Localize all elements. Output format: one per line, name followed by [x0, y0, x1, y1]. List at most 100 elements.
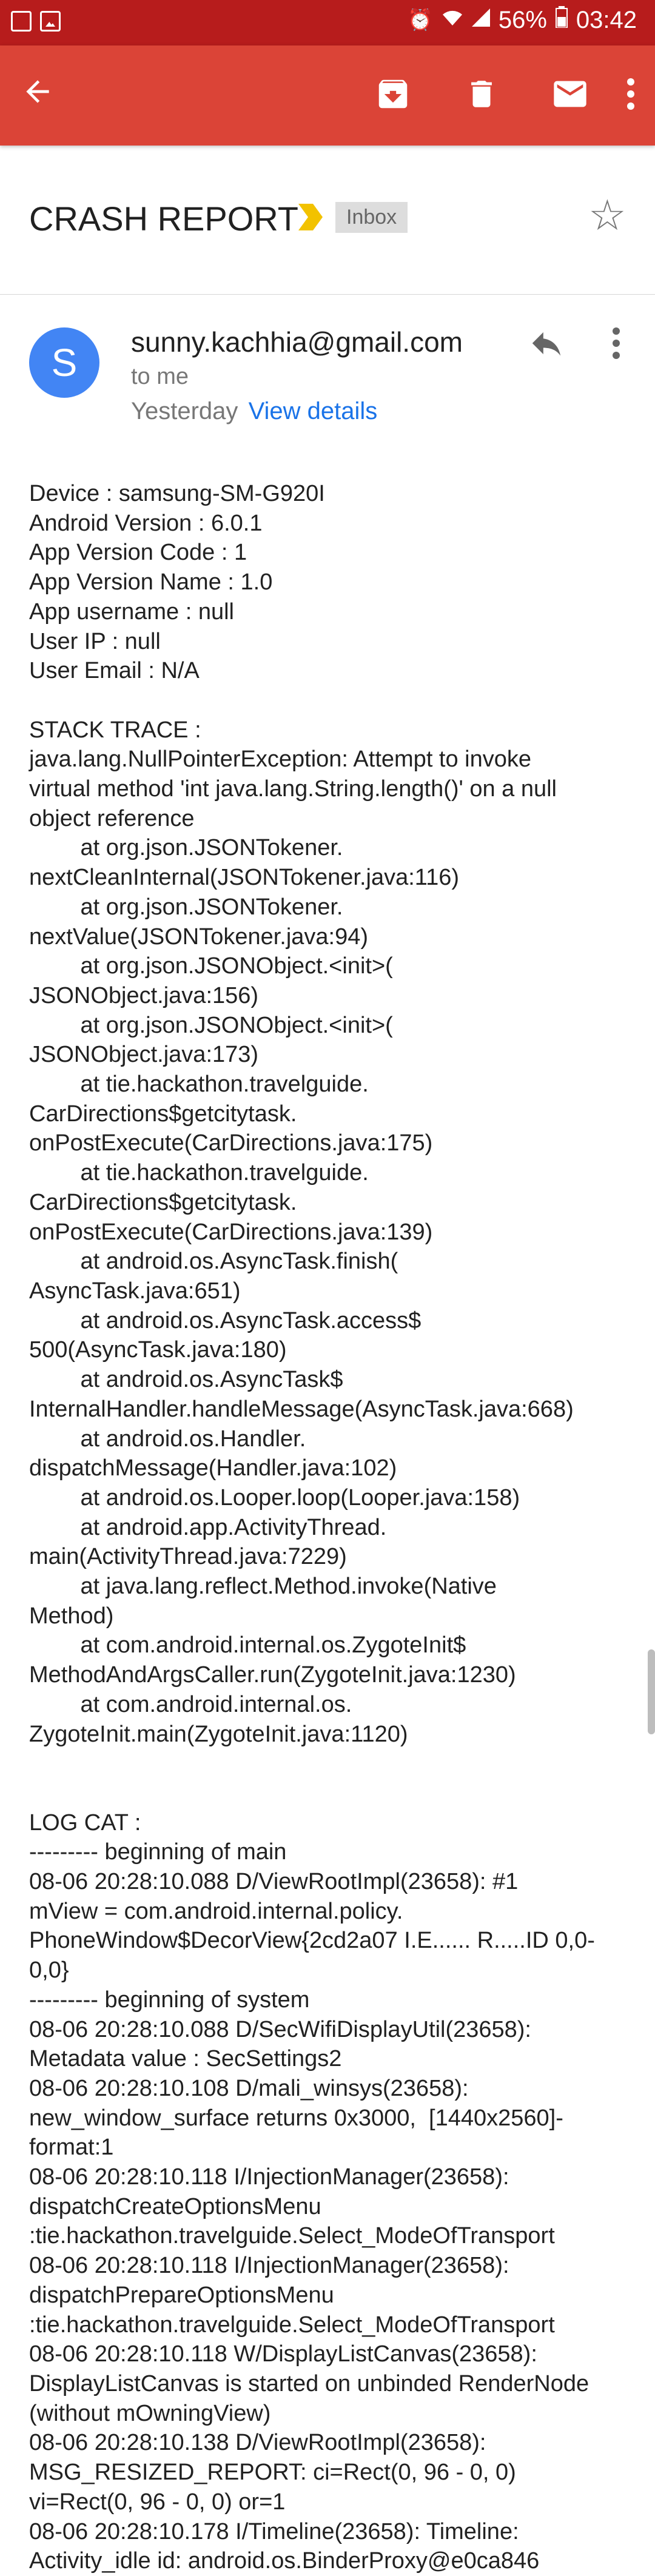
body-line: User IP : null	[29, 628, 161, 654]
body-line: Activity_idle id: android.os.BinderProxy…	[29, 2548, 540, 2574]
body-line	[29, 1779, 636, 1808]
body-line: JSONObject.java:156)	[29, 982, 259, 1008]
body-line: ZygoteInit.main(ZygoteInit.java:1120)	[29, 1721, 408, 1747]
body-line: at android.os.AsyncTask$	[29, 1367, 343, 1393]
body-line: Android Version : 6.0.1	[29, 510, 263, 536]
status-bar: ⏰ 56% 03:42	[0, 0, 655, 45]
notification-icon	[11, 11, 32, 32]
body-line: PhoneWindow$DecorView{2cd2a07 I.E...... …	[29, 1928, 595, 1954]
archive-icon[interactable]	[369, 70, 417, 118]
back-arrow-icon[interactable]	[21, 75, 55, 115]
body-line: App Version Code : 1	[29, 540, 247, 566]
body-line: 08-06 20:28:10.178 I/Timeline(23658): Ti…	[29, 2518, 519, 2544]
body-line: Device : samsung-SM-G920I	[29, 481, 325, 506]
body-line: JSONObject.java:173)	[29, 1042, 259, 1068]
delete-icon[interactable]	[457, 70, 506, 118]
body-line: 08-06 20:28:10.088 D/SecWifiDisplayUtil(…	[29, 2016, 531, 2042]
date-row: Yesterday View details	[131, 398, 377, 425]
body-line: format:1	[29, 2135, 114, 2161]
body-line: at org.json.JSONTokener.	[29, 894, 343, 920]
body-line: 0,0}	[29, 1957, 69, 1984]
body-line: at org.json.JSONObject.<init>(	[29, 953, 393, 979]
body-line: :tie.hackathon.travelguide.Select_ModeOf…	[29, 2312, 555, 2338]
body-line: vi=Rect(0, 96 - 0, 0) or=1	[29, 2489, 286, 2515]
more-vert-icon[interactable]	[619, 70, 643, 118]
body-line: at org.json.JSONTokener.	[29, 835, 343, 861]
body-line: at android.os.Handler.	[29, 1426, 306, 1452]
body-line: mView = com.android.internal.policy.	[29, 1898, 403, 1924]
body-line: DisplayListCanvas is started on unbinded…	[29, 2371, 590, 2397]
body-line: 08-06 20:28:10.138 D/ViewRootImpl(23658)…	[29, 2430, 486, 2456]
sender-email: sunny.kachhia@gmail.com	[131, 326, 463, 358]
notification-icons	[11, 11, 61, 32]
body-line: User Email : N/A	[29, 658, 200, 684]
body-line: Method)	[29, 1603, 114, 1629]
recipient-text: to me	[131, 364, 189, 389]
body-line: nextValue(JSONTokener.java:94)	[29, 924, 369, 950]
body-line: 08-06 20:28:10.088 D/ViewRootImpl(23658)…	[29, 1869, 519, 1895]
body-line: virtual method 'int java.lang.String.len…	[29, 776, 557, 802]
body-line	[29, 1749, 636, 1779]
body-line: 08-06 20:28:10.118 W/DisplayListCanvas(2…	[29, 2341, 537, 2367]
body-line	[29, 686, 636, 716]
importance-marker-icon[interactable]	[298, 204, 323, 230]
body-line: at java.lang.reflect.Method.invoke(Nativ…	[29, 1574, 497, 1600]
body-line: STACK TRACE :	[29, 717, 201, 743]
body-line: dispatchPrepareOptionsMenu	[29, 2282, 334, 2308]
body-line: onPostExecute(CarDirections.java:139)	[29, 1219, 433, 1245]
alarm-icon: ⏰	[407, 8, 433, 32]
body-line: (without mOwningView)	[29, 2400, 271, 2426]
body-line: at tie.hackathon.travelguide.	[29, 1072, 369, 1098]
body-line: InternalHandler.handleMessage(AsyncTask.…	[29, 1396, 574, 1422]
battery-percent: 56%	[498, 6, 547, 33]
body-line: at android.app.ActivityThread.	[29, 1514, 387, 1540]
body-line: at android.os.Looper.loop(Looper.java:15…	[29, 1484, 520, 1511]
body-line: CarDirections$getcitytask.	[29, 1101, 297, 1127]
message-more-icon[interactable]	[613, 327, 620, 359]
body-line: at android.os.AsyncTask.access$	[29, 1307, 422, 1333]
body-line: onPostExecute(CarDirections.java:175)	[29, 1130, 433, 1156]
body-line: AsyncTask.java:651)	[29, 1278, 241, 1304]
body-line: MethodAndArgsCaller.run(ZygoteInit.java:…	[29, 1662, 516, 1688]
body-line: Metadata value : SecSettings2	[29, 2046, 342, 2072]
body-line: 08-06 20:28:10.108 D/mali_winsys(23658):	[29, 2075, 469, 2101]
body-line: 500(AsyncTask.java:180)	[29, 1337, 287, 1363]
body-line: dispatchCreateOptionsMenu	[29, 2193, 321, 2219]
scrollbar-thumb[interactable]	[648, 1649, 655, 1734]
signal-icon	[471, 8, 490, 32]
body-line: --------- beginning of system	[29, 1987, 310, 2013]
view-details-link[interactable]: View details	[249, 398, 378, 424]
email-date: Yesterday	[131, 398, 238, 424]
avatar[interactable]: S	[29, 327, 99, 398]
body-line: nextCleanInternal(JSONTokener.java:116)	[29, 865, 460, 891]
body-line: object reference	[29, 805, 195, 831]
body-line: LOG CAT :	[29, 1810, 141, 1836]
reply-icon[interactable]	[528, 324, 565, 369]
body-line: App username : null	[29, 599, 234, 625]
body-line: new_window_surface returns 0x3000, [1440…	[29, 2105, 563, 2131]
mail-icon[interactable]	[546, 70, 594, 118]
status-indicators: ⏰ 56% 03:42	[407, 6, 637, 34]
body-line: :tie.hackathon.travelguide.Select_ModeOf…	[29, 2223, 555, 2249]
battery-icon	[555, 6, 568, 34]
body-line: at android.os.AsyncTask.finish(	[29, 1249, 398, 1275]
body-line: 08-06 20:28:10.118 I/InjectionManager(23…	[29, 2164, 509, 2190]
body-line: main(ActivityThread.java:7229)	[29, 1544, 347, 1570]
body-line: at com.android.internal.os.ZygoteInit$	[29, 1632, 466, 1659]
inbox-label[interactable]: Inbox	[335, 202, 408, 233]
subject-row: CRASH REPORT Inbox ☆	[0, 146, 655, 295]
wifi-icon	[442, 8, 463, 32]
body-line: at com.android.internal.os.	[29, 1691, 352, 1717]
body-line: dispatchMessage(Handler.java:102)	[29, 1455, 397, 1481]
image-notification-icon	[40, 11, 61, 32]
star-icon[interactable]: ☆	[588, 194, 626, 236]
body-line: App Version Name : 1.0	[29, 569, 273, 595]
body-line: --------- beginning of main	[29, 1839, 287, 1865]
body-line: at tie.hackathon.travelguide.	[29, 1160, 369, 1186]
body-line: CarDirections$getcitytask.	[29, 1189, 297, 1215]
toolbar	[0, 45, 655, 146]
body-line: 08-06 20:28:10.118 I/InjectionManager(23…	[29, 2253, 509, 2279]
clock: 03:42	[576, 6, 637, 33]
email-subject: CRASH REPORT	[29, 200, 298, 238]
email-body: Device : samsung-SM-G920I Android Version…	[29, 479, 636, 2576]
